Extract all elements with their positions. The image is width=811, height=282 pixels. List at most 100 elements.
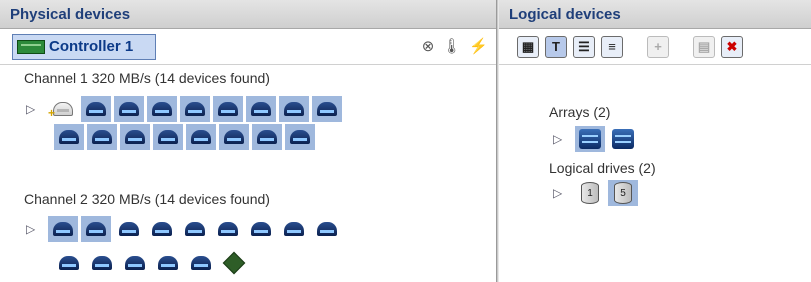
channel-1-device[interactable] bbox=[54, 124, 84, 150]
plus-icon: + bbox=[654, 39, 662, 54]
array-item[interactable] bbox=[575, 126, 605, 152]
channel-1-device[interactable] bbox=[213, 96, 243, 122]
arrays-expand-icon[interactable]: ▷ bbox=[553, 132, 565, 146]
disk-icon bbox=[59, 256, 79, 270]
delete-icon: ✖ bbox=[726, 38, 738, 54]
disk-icon bbox=[53, 222, 73, 236]
controller-button[interactable]: Controller 1 bbox=[12, 33, 156, 60]
channel-1-device[interactable] bbox=[312, 96, 342, 122]
arrays-label: Arrays (2) bbox=[549, 104, 611, 120]
disk-icon bbox=[317, 102, 337, 116]
controller-status-icons: ⊗ 🌡 ⚡ bbox=[422, 37, 488, 55]
channel-2-device[interactable] bbox=[120, 250, 150, 276]
channel-1-device[interactable] bbox=[120, 124, 150, 150]
disk-icon bbox=[191, 130, 211, 144]
channel-2-device[interactable] bbox=[153, 250, 183, 276]
logical-drive-item[interactable]: 1 bbox=[575, 180, 605, 206]
logical-toolbar: ▦ T ☰ ≡ + ▤ ✖ bbox=[499, 29, 811, 65]
channel-2-device[interactable] bbox=[81, 216, 111, 242]
paste-button[interactable]: ▤ bbox=[693, 35, 715, 58]
channel-2-device[interactable] bbox=[147, 216, 177, 242]
disk-icon bbox=[257, 130, 277, 144]
text-view-button[interactable]: T bbox=[545, 35, 567, 58]
grid-view-button[interactable]: ▦ bbox=[517, 35, 539, 58]
disk-icon bbox=[152, 102, 172, 116]
disk-icon bbox=[92, 256, 112, 270]
controller-chip-icon bbox=[17, 39, 45, 54]
logical-drive-icon: 1 bbox=[581, 182, 599, 204]
detail-view-icon: ≡ bbox=[608, 39, 616, 54]
channel-1-device[interactable] bbox=[180, 96, 210, 122]
channel-1-device[interactable] bbox=[153, 124, 183, 150]
disk-icon bbox=[158, 130, 178, 144]
disk-icon bbox=[119, 102, 139, 116]
disk-icon bbox=[152, 222, 172, 236]
channel-2-device[interactable] bbox=[186, 250, 216, 276]
array-icon bbox=[612, 129, 634, 149]
physical-devices-title: Physical devices bbox=[10, 5, 131, 23]
disk-icon bbox=[290, 130, 310, 144]
controller-label: Controller 1 bbox=[49, 38, 134, 55]
channel-2-row-1: ▷ bbox=[26, 216, 345, 242]
channel-2-row-2 bbox=[54, 250, 252, 276]
logical-drive-item[interactable]: 5 bbox=[608, 180, 638, 206]
disk-icon bbox=[317, 222, 337, 236]
channel-2-device[interactable] bbox=[279, 216, 309, 242]
channel-2-device[interactable] bbox=[54, 250, 84, 276]
disk-icon bbox=[158, 256, 178, 270]
channel-2-device[interactable] bbox=[246, 216, 276, 242]
channel-1-device[interactable] bbox=[246, 96, 276, 122]
add-button[interactable]: + bbox=[647, 35, 669, 58]
detail-view-button[interactable]: ≡ bbox=[601, 35, 623, 58]
channel-1-device[interactable] bbox=[87, 124, 117, 150]
channel-2-device[interactable] bbox=[87, 250, 117, 276]
channel-1-label: Channel 1 320 MB/s (14 devices found) bbox=[24, 70, 270, 86]
disk-icon bbox=[284, 222, 304, 236]
logical-devices-title: Logical devices bbox=[509, 5, 621, 23]
clipboard-icon: ▤ bbox=[697, 38, 711, 54]
disk-icon bbox=[191, 256, 211, 270]
channel-1-device[interactable] bbox=[219, 124, 249, 150]
channel-2-device[interactable] bbox=[48, 216, 78, 242]
channel-1-expand-icon[interactable]: ▷ bbox=[26, 102, 38, 116]
channel-2-device[interactable] bbox=[114, 216, 144, 242]
channel-2-device[interactable] bbox=[180, 216, 210, 242]
delete-button[interactable]: ✖ bbox=[721, 35, 743, 58]
disk-icon bbox=[185, 102, 205, 116]
disk-icon bbox=[284, 102, 304, 116]
channel-2-label: Channel 2 320 MB/s (14 devices found) bbox=[24, 191, 270, 207]
channel-2-device[interactable] bbox=[312, 216, 342, 242]
list-view-icon: ☰ bbox=[578, 38, 590, 54]
drives-expand-icon[interactable]: ▷ bbox=[553, 186, 565, 200]
power-status-icon[interactable]: ⚡ bbox=[469, 37, 488, 55]
channel-2-enclosure[interactable] bbox=[219, 250, 249, 276]
logical-devices-panel: Logical devices ▦ T ☰ ≡ + ▤ ✖ Arrays (2)… bbox=[499, 0, 811, 282]
text-view-icon: T bbox=[552, 39, 560, 54]
channel-1-device[interactable] bbox=[147, 96, 177, 122]
channel-1-row-2 bbox=[54, 124, 318, 150]
disk-icon bbox=[125, 130, 145, 144]
channel-1-device[interactable] bbox=[279, 96, 309, 122]
channel-1-ghost-device[interactable]: + bbox=[48, 96, 78, 122]
list-view-button[interactable]: ☰ bbox=[573, 35, 595, 58]
channel-2-device[interactable] bbox=[213, 216, 243, 242]
physical-toolbar: Controller 1 ⊗ 🌡 ⚡ bbox=[0, 29, 496, 65]
channel-1-device[interactable] bbox=[252, 124, 282, 150]
channel-1-device[interactable] bbox=[186, 124, 216, 150]
array-item[interactable] bbox=[608, 126, 638, 152]
channel-1-device[interactable] bbox=[285, 124, 315, 150]
physical-devices-header: Physical devices bbox=[0, 0, 496, 29]
channel-1-device[interactable] bbox=[114, 96, 144, 122]
channel-2-expand-icon[interactable]: ▷ bbox=[26, 222, 38, 236]
channel-1-device[interactable] bbox=[81, 96, 111, 122]
fan-status-icon[interactable]: ⊗ bbox=[422, 37, 435, 55]
temperature-status-icon[interactable]: 🌡 bbox=[442, 37, 461, 55]
logical-devices-header: Logical devices bbox=[499, 0, 811, 29]
channel-1-row-1: ▷ + bbox=[26, 96, 345, 122]
grid-view-icon: ▦ bbox=[521, 38, 535, 54]
logical-drives-label: Logical drives (2) bbox=[549, 160, 656, 176]
disk-icon bbox=[125, 256, 145, 270]
ghost-disk-icon: + bbox=[48, 102, 73, 120]
array-icon bbox=[579, 129, 601, 149]
logical-drives-row: ▷ 1 5 bbox=[553, 180, 641, 206]
